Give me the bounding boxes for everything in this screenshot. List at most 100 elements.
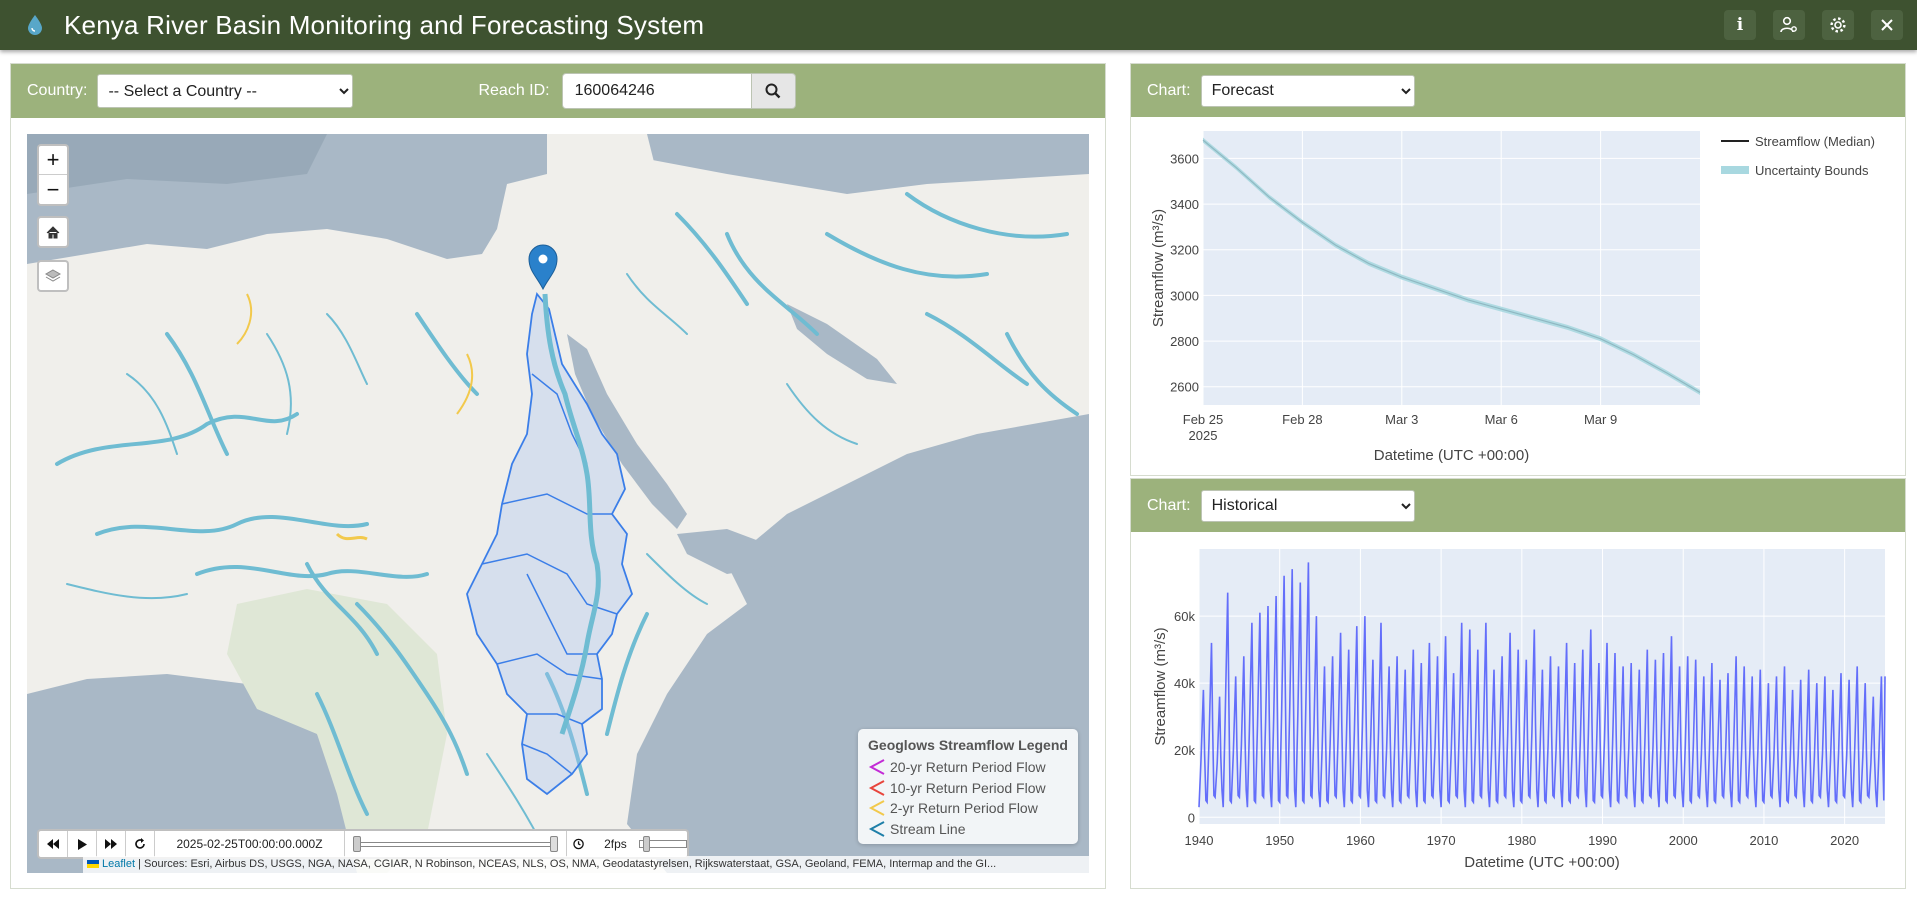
backward-icon: [47, 839, 59, 849]
y-axis-title: Streamflow (m³/s): [1150, 209, 1167, 327]
app-header: Kenya River Basin Monitoring and Forecas…: [0, 0, 1917, 50]
legend-swatch-icon: [868, 820, 885, 837]
chart-type-label: Chart:: [1147, 496, 1191, 514]
loop-button[interactable]: [126, 831, 155, 857]
y-tick-label: 20k: [1174, 743, 1195, 758]
speed-slider[interactable]: [638, 836, 687, 852]
y-tick-label: 3200: [1170, 243, 1199, 258]
forecast-chart-panel: Chart: Forecast Feb 25 Feb 28 Mar 3 Mar 6 Ma…: [1130, 63, 1906, 476]
y-tick-label: 2600: [1170, 380, 1199, 395]
fps-label: 2fps: [604, 837, 627, 851]
legend-item-label: 10-yr Return Period Flow: [890, 779, 1046, 796]
country-label: Country:: [27, 82, 88, 99]
time-slider-track: [357, 842, 554, 847]
land-anatolia: [547, 134, 657, 194]
legend-item: 20-yr Return Period Flow: [868, 757, 1068, 778]
time-slider[interactable]: [345, 831, 567, 857]
x-axis-title: Datetime (UTC +00:00): [1464, 854, 1619, 871]
x-axis-title: Datetime (UTC +00:00): [1374, 447, 1529, 464]
y-axis-title: Streamflow (m³/s): [1152, 627, 1169, 745]
country-select[interactable]: -- Select a Country --: [97, 74, 354, 108]
reach-location-marker[interactable]: [528, 244, 558, 291]
legend-median-label: Streamflow (Median): [1755, 134, 1875, 149]
legend-item-label: Stream Line: [890, 820, 966, 837]
forecast-chart-header: Chart: Forecast: [1131, 64, 1905, 117]
y-tick-label: 60k: [1174, 609, 1195, 624]
x-tick-label: 1990: [1588, 833, 1617, 848]
legend-item: Stream Line: [868, 819, 1068, 840]
x-tick-label: 2010: [1749, 833, 1778, 848]
time-slider-end-handle[interactable]: [550, 836, 558, 852]
x-tick-label: Feb 28: [1282, 412, 1322, 427]
x-tick-year-label: 2025: [1189, 428, 1218, 443]
x-tick-label: Mar 6: [1485, 412, 1518, 427]
close-icon: [1881, 19, 1893, 31]
nile-basin-outline: [466, 292, 634, 796]
current-datetime-display: 2025-02-25T00:00:00.000Z: [155, 831, 345, 857]
time-dimension-control: 2025-02-25T00:00:00.000Z 2fps: [37, 829, 689, 859]
reach-id-input[interactable]: [561, 73, 752, 109]
x-tick-label: 1950: [1265, 833, 1294, 848]
legend-item-label: 20-yr Return Period Flow: [890, 759, 1046, 776]
y-tick-label: 2800: [1170, 334, 1199, 349]
reach-id-label: Reach ID:: [478, 82, 550, 99]
forecast-chart[interactable]: Feb 25 Feb 28 Mar 3 Mar 6 Mar 9 2025 2600 2800 3…: [1131, 117, 1905, 475]
legend-swatch-icon: [868, 759, 885, 776]
play-icon: [78, 838, 87, 850]
user-settings-icon: [1780, 16, 1797, 33]
refresh-icon: [135, 838, 145, 849]
zoom-out-button[interactable]: −: [39, 175, 67, 204]
home-button[interactable]: [37, 216, 69, 248]
layers-icon: [45, 269, 61, 282]
close-button[interactable]: [1871, 10, 1903, 40]
forecast-chart-select[interactable]: Forecast: [1200, 74, 1415, 107]
x-tick-label: 1960: [1346, 833, 1375, 848]
map-view[interactable]: + − Geoglows Streamflow Legend 20-yr Ret…: [27, 134, 1089, 873]
legend-uncertainty-label: Uncertainty Bounds: [1755, 163, 1869, 178]
play-button[interactable]: [68, 831, 97, 857]
x-tick-label: Mar 9: [1584, 412, 1617, 427]
search-icon: [765, 83, 781, 99]
y-tick-label: 0: [1188, 810, 1195, 825]
search-button[interactable]: [751, 73, 796, 109]
chart-type-label: Chart:: [1147, 81, 1191, 99]
x-tick-label: Mar 3: [1385, 412, 1418, 427]
y-tick-label: 3600: [1170, 151, 1199, 166]
historical-chart-header: Chart: Historical: [1131, 479, 1905, 532]
zoom-in-button[interactable]: +: [39, 146, 67, 175]
historical-chart[interactable]: 1940 1950 1960 1970 1980 1990 2000 2010 2020 0 20k…: [1131, 532, 1905, 888]
streamflow-legend: Geoglows Streamflow Legend 20-yr Return …: [858, 729, 1078, 844]
legend-item: 2-yr Return Period Flow: [868, 798, 1068, 819]
historical-chart-select[interactable]: Historical: [1200, 489, 1415, 522]
speed-control: 2fps: [567, 831, 687, 857]
plot-area: [1203, 131, 1700, 405]
zoom-control: + −: [37, 144, 69, 206]
x-tick-label: 1940: [1185, 833, 1214, 848]
settings-button[interactable]: [1822, 10, 1854, 40]
historical-chart-panel: Chart: Historical 1940 1950 1960 1970 1980 19…: [1130, 478, 1906, 889]
x-tick-label: 1970: [1427, 833, 1456, 848]
two-year-flow-stream: [236, 293, 253, 345]
user-settings-button[interactable]: [1773, 10, 1805, 40]
forward-icon: [105, 839, 117, 849]
info-icon: i: [1736, 15, 1744, 35]
y-tick-label: 40k: [1174, 676, 1195, 691]
legend-swatch-icon: [868, 800, 885, 817]
info-button[interactable]: i: [1724, 10, 1756, 40]
legend-title: Geoglows Streamflow Legend: [868, 737, 1068, 753]
legend-item-label: 2-yr Return Period Flow: [890, 800, 1038, 817]
step-forward-button[interactable]: [97, 831, 126, 857]
x-tick-label: 1980: [1507, 833, 1536, 848]
clock-icon: [573, 838, 584, 850]
time-slider-handle[interactable]: [353, 836, 361, 852]
layers-button[interactable]: [37, 260, 69, 292]
y-tick-label: 3000: [1170, 288, 1199, 303]
x-tick-label: 2000: [1669, 833, 1698, 848]
map-attribution: Leaflet | Sources: Esri, Airbus DS, USGS…: [83, 856, 1089, 873]
speed-slider-handle[interactable]: [642, 836, 650, 852]
x-tick-label: 2020: [1830, 833, 1859, 848]
legend-item: 10-yr Return Period Flow: [868, 778, 1068, 799]
step-backward-button[interactable]: [39, 831, 68, 857]
leaflet-link[interactable]: Leaflet: [102, 858, 135, 870]
home-icon: [46, 225, 60, 238]
